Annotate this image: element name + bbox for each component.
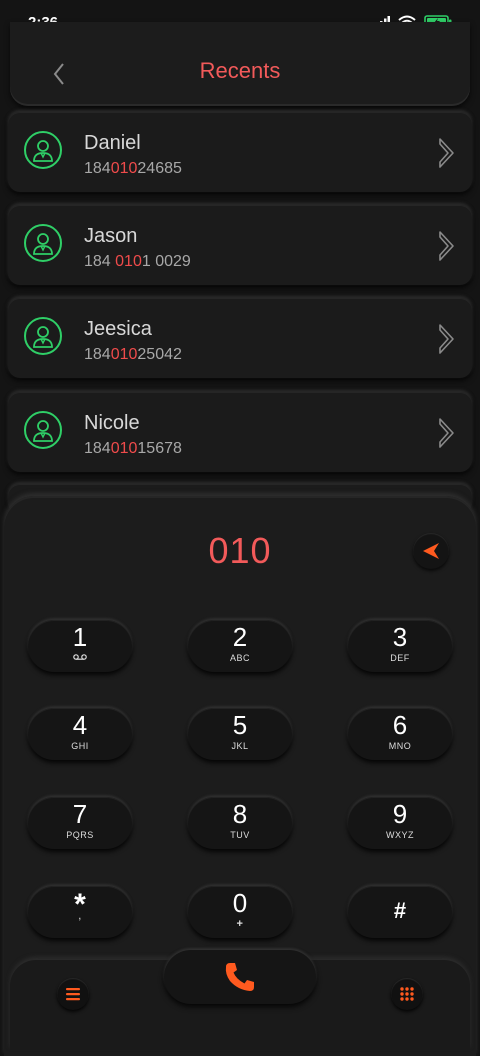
number-prefix: 184 [84, 346, 111, 363]
contact-number: 18401025042 [84, 346, 182, 364]
voicemail-icon [73, 654, 87, 660]
keypad-icon [400, 987, 414, 1001]
menu-button[interactable] [57, 978, 89, 1010]
chevron-right-icon[interactable] [436, 416, 458, 450]
key-0[interactable]: 0 + [188, 886, 292, 938]
contact-name: Daniel [84, 132, 141, 154]
contact-card[interactable]: Jason 184 0101 0029 [8, 205, 472, 285]
contact-number: 184 0101 0029 [84, 253, 191, 271]
contact-name: Jeesica [84, 318, 152, 340]
key-5[interactable]: 5 JKL [188, 708, 292, 760]
key-4[interactable]: 4 GHI [28, 708, 132, 760]
key-digit: 8 [232, 799, 248, 829]
contact-name: Jason [84, 225, 138, 247]
key-3[interactable]: 3 DEF [348, 620, 452, 672]
chevron-right-icon[interactable] [436, 322, 458, 356]
key-letters: + [236, 918, 244, 930]
menu-icon [66, 988, 80, 1001]
key-letters: , [78, 910, 82, 922]
number-prefix: 184 [84, 440, 111, 457]
number-suffix: 1 0029 [141, 253, 191, 270]
key-hash[interactable]: # [348, 886, 452, 938]
number-match: 010 [110, 160, 138, 177]
key-digit: 7 [72, 799, 88, 829]
call-button[interactable] [164, 950, 316, 1004]
chevron-right-icon[interactable] [436, 229, 458, 263]
number-suffix: 24685 [137, 160, 182, 177]
key-digit: 3 [392, 622, 408, 652]
key-letters: JKL [231, 741, 249, 751]
contact-number: 18401015678 [84, 440, 182, 458]
key-letters: GHI [71, 741, 89, 751]
contact-number: 18401024685 [84, 160, 182, 178]
backspace-button[interactable] [413, 533, 449, 569]
key-6[interactable]: 6 MNO [348, 708, 452, 760]
number-suffix: 15678 [137, 440, 182, 457]
user-icon [24, 411, 62, 449]
key-letters: TUV [230, 830, 250, 840]
key-digit: 0 [232, 888, 248, 918]
contact-name: Nicole [84, 412, 140, 434]
key-7[interactable]: 7 PQRS [28, 797, 132, 849]
number-suffix: 25042 [137, 346, 182, 363]
key-9[interactable]: 9 WXYZ [348, 797, 452, 849]
user-icon [24, 317, 62, 355]
chevron-right-icon[interactable] [436, 136, 458, 170]
key-digit: 5 [232, 710, 248, 740]
app-header: Recents [10, 22, 470, 106]
number-prefix: 184 [84, 160, 111, 177]
key-letters: WXYZ [386, 830, 414, 840]
user-icon [24, 131, 62, 169]
key-letters: PQRS [66, 830, 94, 840]
number-prefix: 184 [84, 253, 116, 270]
key-letters: DEF [390, 653, 410, 663]
key-letters: ABC [229, 653, 250, 663]
number-match: 010 [115, 253, 142, 270]
key-digit: 2 [232, 622, 248, 652]
key-star[interactable]: * , [28, 886, 132, 938]
key-digit: 1 [72, 622, 88, 652]
key-digit: 6 [392, 710, 408, 740]
contact-card[interactable]: Jeesica 18401025042 [8, 298, 472, 378]
send-arrow-icon [423, 543, 439, 559]
number-match: 010 [110, 346, 138, 363]
key-digit: # [393, 898, 407, 923]
user-icon [24, 224, 62, 262]
key-digit: 4 [72, 710, 88, 740]
contact-card[interactable]: Nicole 18401015678 [8, 392, 472, 472]
keypad-button[interactable] [391, 978, 423, 1010]
key-digit: 9 [392, 799, 408, 829]
key-8[interactable]: 8 TUV [188, 797, 292, 849]
page-title: Recents [199, 58, 281, 83]
key-letters: MNO [388, 741, 412, 751]
key-2[interactable]: 2 ABC [188, 620, 292, 672]
contact-card[interactable]: Daniel 18401024685 [8, 112, 472, 192]
number-match: 010 [110, 440, 138, 457]
dialed-number[interactable]: 010 [0, 530, 480, 572]
key-1[interactable]: 1 [28, 620, 132, 672]
phone-icon [225, 963, 254, 991]
